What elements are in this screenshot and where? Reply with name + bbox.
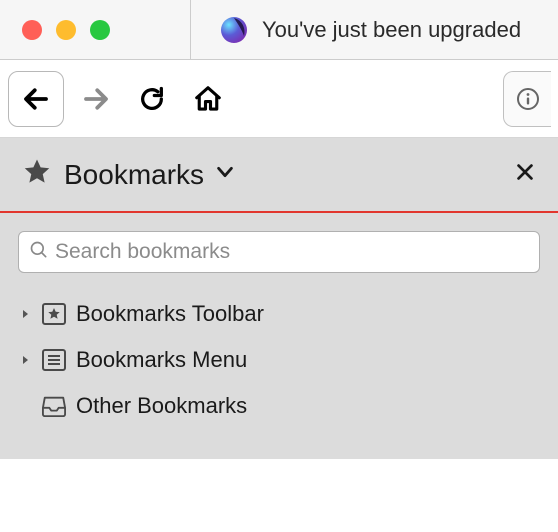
arrow-left-icon: [21, 84, 51, 114]
search-icon: [29, 240, 49, 265]
home-button[interactable]: [184, 75, 232, 123]
tab-title: You've just been upgraded: [262, 17, 521, 43]
star-icon: [22, 157, 52, 192]
tree-item-label: Bookmarks Menu: [76, 347, 247, 373]
bookmarks-tree: Bookmarks Toolbar Bookmarks Menu: [0, 291, 558, 459]
window-close-button[interactable]: [22, 20, 42, 40]
window-minimize-button[interactable]: [56, 20, 76, 40]
arrow-right-icon: [81, 84, 111, 114]
search-field[interactable]: [18, 231, 540, 273]
search-wrap: [0, 213, 558, 291]
bookmarks-sidebar: Bookmarks: [0, 138, 558, 459]
menu-list-icon: [42, 349, 66, 371]
inbox-icon: [42, 395, 66, 417]
reload-icon: [138, 85, 166, 113]
browser-tab[interactable]: You've just been upgraded: [220, 0, 521, 59]
sidebar-close-button[interactable]: [514, 161, 536, 188]
page-info-button[interactable]: [503, 71, 551, 127]
tree-item-other-bookmarks[interactable]: Other Bookmarks: [18, 383, 540, 429]
sidebar-header: Bookmarks: [0, 138, 558, 213]
navigation-toolbar: [0, 60, 558, 138]
tree-item-bookmarks-menu[interactable]: Bookmarks Menu: [18, 337, 540, 383]
info-icon: [516, 87, 540, 111]
chevron-down-icon: [214, 161, 236, 183]
search-input[interactable]: [55, 240, 529, 264]
window-titlebar: You've just been upgraded: [0, 0, 558, 60]
tree-item-bookmarks-toolbar[interactable]: Bookmarks Toolbar: [18, 291, 540, 337]
sidebar-title: Bookmarks: [64, 159, 204, 191]
tree-item-label: Other Bookmarks: [76, 393, 247, 419]
home-icon: [193, 84, 223, 114]
window-maximize-button[interactable]: [90, 20, 110, 40]
star-folder-icon: [42, 303, 66, 325]
reload-button[interactable]: [128, 75, 176, 123]
chevron-right-icon: [19, 354, 31, 366]
tree-item-label: Bookmarks Toolbar: [76, 301, 264, 327]
tab-separator: [190, 0, 191, 59]
sidebar-dropdown-button[interactable]: [214, 161, 236, 188]
firefox-icon: [220, 16, 248, 44]
traffic-lights: [0, 20, 110, 40]
chevron-right-icon: [19, 308, 31, 320]
back-button[interactable]: [8, 71, 64, 127]
expand-arrow[interactable]: [18, 308, 32, 320]
expand-arrow[interactable]: [18, 354, 32, 366]
forward-button[interactable]: [72, 75, 120, 123]
close-icon: [514, 161, 536, 183]
